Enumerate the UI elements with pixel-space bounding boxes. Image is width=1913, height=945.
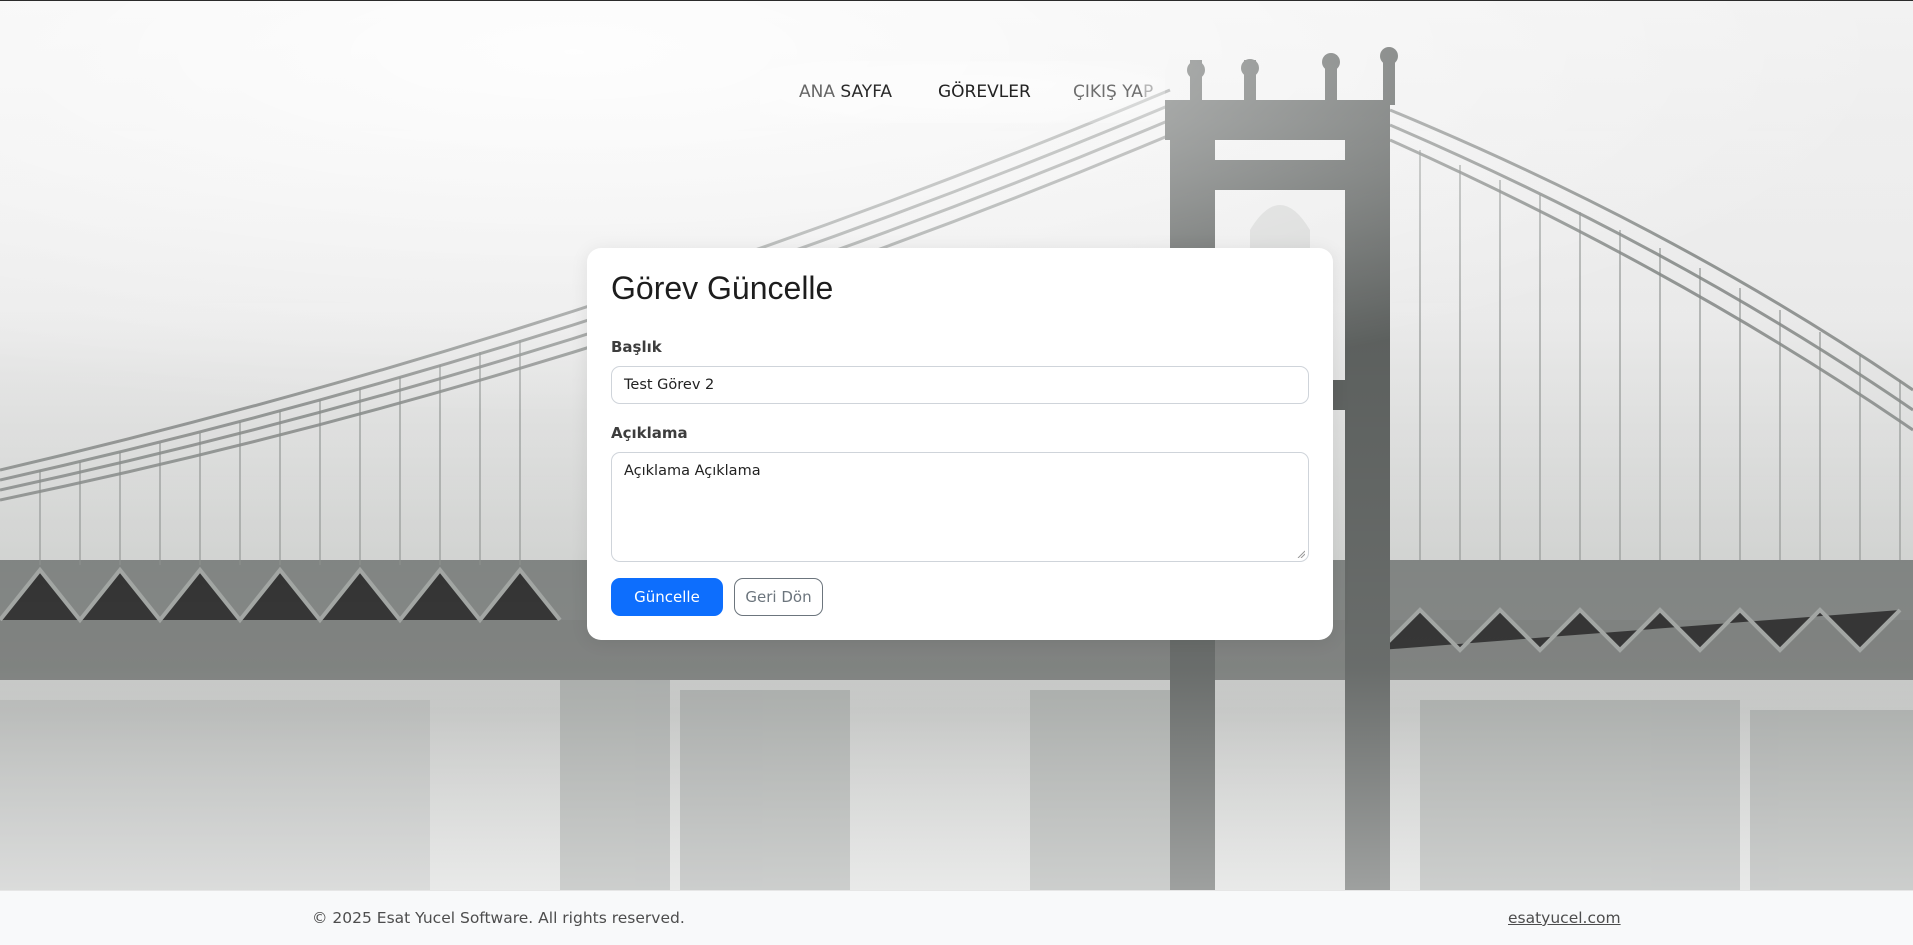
footer-website-link[interactable]: esatyucel.com [1508,909,1621,927]
copyright-text: © 2025 Esat Yucel Software. All rights r… [312,909,685,927]
description-textarea[interactable]: Açıklama Açıklama [611,452,1309,562]
nav-logout-fade: P [1142,82,1154,102]
description-value: Açıklama Açıklama [624,463,761,479]
nav-link-home[interactable]: ANA SAYFA [799,82,892,102]
update-button[interactable]: Güncelle [611,578,723,616]
description-label: Açıklama [611,424,688,442]
nav-link-tasks[interactable]: GÖREVLER [938,82,1031,102]
title-label: Başlık [611,338,662,356]
title-input[interactable]: Test Görev 2 [611,366,1309,404]
footer: © 2025 Esat Yucel Software. All rights r… [0,890,1913,945]
form-title: Görev Güncelle [611,270,834,306]
task-update-card: Görev Güncelle Başlık Test Görev 2 Açıkl… [587,248,1333,640]
nav-logout-main: ÇIKIŞ YA [1073,82,1143,102]
nav-home-prefix: ANA [799,82,835,102]
top-navigation: ANA SAYFA GÖREVLER ÇIKIŞ YAP [760,61,1165,123]
top-border [0,0,1913,1]
resize-handle-icon[interactable] [1297,550,1305,558]
nav-home-suffix: SAYFA [834,82,893,102]
back-button[interactable]: Geri Dön [734,578,823,616]
nav-link-logout[interactable]: ÇIKIŞ YAP [1073,82,1153,102]
